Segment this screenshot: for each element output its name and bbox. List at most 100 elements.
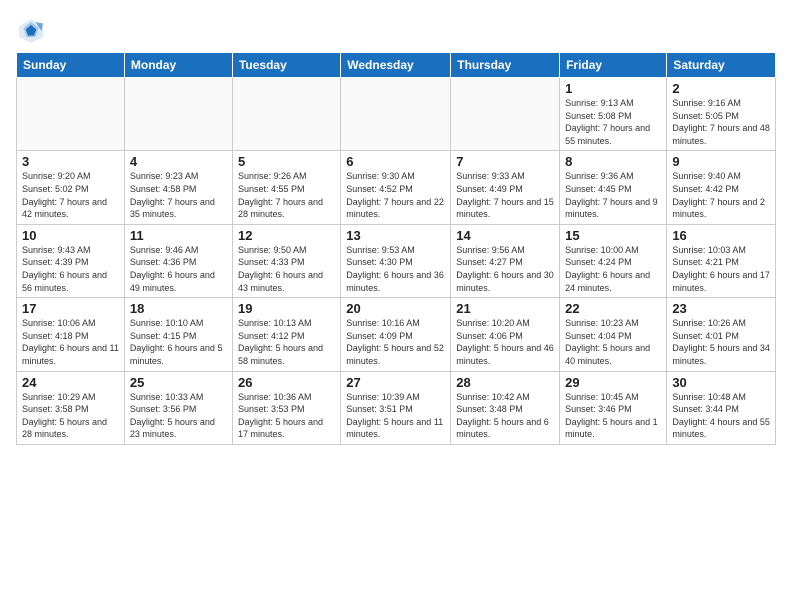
day-number: 30 bbox=[672, 375, 770, 390]
weekday-header-sunday: Sunday bbox=[17, 53, 125, 78]
day-info: Sunrise: 9:26 AM Sunset: 4:55 PM Dayligh… bbox=[238, 170, 335, 220]
day-info: Sunrise: 10:48 AM Sunset: 3:44 PM Daylig… bbox=[672, 391, 770, 441]
day-cell: 1Sunrise: 9:13 AM Sunset: 5:08 PM Daylig… bbox=[560, 78, 667, 151]
day-cell: 3Sunrise: 9:20 AM Sunset: 5:02 PM Daylig… bbox=[17, 151, 125, 224]
day-number: 26 bbox=[238, 375, 335, 390]
day-number: 18 bbox=[130, 301, 227, 316]
day-info: Sunrise: 9:30 AM Sunset: 4:52 PM Dayligh… bbox=[346, 170, 445, 220]
day-number: 3 bbox=[22, 154, 119, 169]
day-cell: 5Sunrise: 9:26 AM Sunset: 4:55 PM Daylig… bbox=[232, 151, 340, 224]
day-info: Sunrise: 10:33 AM Sunset: 3:56 PM Daylig… bbox=[130, 391, 227, 441]
day-cell: 24Sunrise: 10:29 AM Sunset: 3:58 PM Dayl… bbox=[17, 371, 125, 444]
day-cell: 7Sunrise: 9:33 AM Sunset: 4:49 PM Daylig… bbox=[451, 151, 560, 224]
day-cell: 8Sunrise: 9:36 AM Sunset: 4:45 PM Daylig… bbox=[560, 151, 667, 224]
day-info: Sunrise: 9:20 AM Sunset: 5:02 PM Dayligh… bbox=[22, 170, 119, 220]
day-info: Sunrise: 10:03 AM Sunset: 4:21 PM Daylig… bbox=[672, 244, 770, 294]
day-number: 6 bbox=[346, 154, 445, 169]
day-cell: 4Sunrise: 9:23 AM Sunset: 4:58 PM Daylig… bbox=[124, 151, 232, 224]
day-number: 28 bbox=[456, 375, 554, 390]
day-info: Sunrise: 10:36 AM Sunset: 3:53 PM Daylig… bbox=[238, 391, 335, 441]
day-info: Sunrise: 9:33 AM Sunset: 4:49 PM Dayligh… bbox=[456, 170, 554, 220]
day-number: 21 bbox=[456, 301, 554, 316]
day-number: 14 bbox=[456, 228, 554, 243]
calendar-header: SundayMondayTuesdayWednesdayThursdayFrid… bbox=[17, 53, 776, 78]
day-cell: 16Sunrise: 10:03 AM Sunset: 4:21 PM Dayl… bbox=[667, 224, 776, 297]
day-cell: 23Sunrise: 10:26 AM Sunset: 4:01 PM Dayl… bbox=[667, 298, 776, 371]
day-cell: 12Sunrise: 9:50 AM Sunset: 4:33 PM Dayli… bbox=[232, 224, 340, 297]
day-number: 29 bbox=[565, 375, 661, 390]
day-info: Sunrise: 10:16 AM Sunset: 4:09 PM Daylig… bbox=[346, 317, 445, 367]
day-number: 12 bbox=[238, 228, 335, 243]
day-info: Sunrise: 10:26 AM Sunset: 4:01 PM Daylig… bbox=[672, 317, 770, 367]
day-cell: 30Sunrise: 10:48 AM Sunset: 3:44 PM Dayl… bbox=[667, 371, 776, 444]
day-cell: 15Sunrise: 10:00 AM Sunset: 4:24 PM Dayl… bbox=[560, 224, 667, 297]
day-info: Sunrise: 9:46 AM Sunset: 4:36 PM Dayligh… bbox=[130, 244, 227, 294]
day-info: Sunrise: 9:53 AM Sunset: 4:30 PM Dayligh… bbox=[346, 244, 445, 294]
day-cell: 27Sunrise: 10:39 AM Sunset: 3:51 PM Dayl… bbox=[341, 371, 451, 444]
day-cell: 21Sunrise: 10:20 AM Sunset: 4:06 PM Dayl… bbox=[451, 298, 560, 371]
header bbox=[16, 16, 776, 46]
day-number: 22 bbox=[565, 301, 661, 316]
day-number: 1 bbox=[565, 81, 661, 96]
day-number: 17 bbox=[22, 301, 119, 316]
weekday-header-saturday: Saturday bbox=[667, 53, 776, 78]
day-info: Sunrise: 9:50 AM Sunset: 4:33 PM Dayligh… bbox=[238, 244, 335, 294]
day-number: 15 bbox=[565, 228, 661, 243]
day-number: 16 bbox=[672, 228, 770, 243]
day-info: Sunrise: 9:16 AM Sunset: 5:05 PM Dayligh… bbox=[672, 97, 770, 147]
day-number: 13 bbox=[346, 228, 445, 243]
day-info: Sunrise: 10:42 AM Sunset: 3:48 PM Daylig… bbox=[456, 391, 554, 441]
week-row-5: 24Sunrise: 10:29 AM Sunset: 3:58 PM Dayl… bbox=[17, 371, 776, 444]
day-info: Sunrise: 9:13 AM Sunset: 5:08 PM Dayligh… bbox=[565, 97, 661, 147]
day-info: Sunrise: 10:45 AM Sunset: 3:46 PM Daylig… bbox=[565, 391, 661, 441]
weekday-header-thursday: Thursday bbox=[451, 53, 560, 78]
day-cell bbox=[124, 78, 232, 151]
day-info: Sunrise: 10:13 AM Sunset: 4:12 PM Daylig… bbox=[238, 317, 335, 367]
day-number: 23 bbox=[672, 301, 770, 316]
day-number: 27 bbox=[346, 375, 445, 390]
day-info: Sunrise: 9:40 AM Sunset: 4:42 PM Dayligh… bbox=[672, 170, 770, 220]
day-cell: 28Sunrise: 10:42 AM Sunset: 3:48 PM Dayl… bbox=[451, 371, 560, 444]
day-cell: 25Sunrise: 10:33 AM Sunset: 3:56 PM Dayl… bbox=[124, 371, 232, 444]
day-info: Sunrise: 10:10 AM Sunset: 4:15 PM Daylig… bbox=[130, 317, 227, 367]
weekday-header-friday: Friday bbox=[560, 53, 667, 78]
day-number: 8 bbox=[565, 154, 661, 169]
day-cell bbox=[451, 78, 560, 151]
day-number: 9 bbox=[672, 154, 770, 169]
day-info: Sunrise: 9:36 AM Sunset: 4:45 PM Dayligh… bbox=[565, 170, 661, 220]
logo-icon bbox=[16, 16, 46, 46]
day-cell bbox=[341, 78, 451, 151]
day-number: 5 bbox=[238, 154, 335, 169]
day-cell: 11Sunrise: 9:46 AM Sunset: 4:36 PM Dayli… bbox=[124, 224, 232, 297]
day-info: Sunrise: 10:00 AM Sunset: 4:24 PM Daylig… bbox=[565, 244, 661, 294]
day-number: 25 bbox=[130, 375, 227, 390]
day-cell: 22Sunrise: 10:23 AM Sunset: 4:04 PM Dayl… bbox=[560, 298, 667, 371]
day-number: 7 bbox=[456, 154, 554, 169]
week-row-1: 1Sunrise: 9:13 AM Sunset: 5:08 PM Daylig… bbox=[17, 78, 776, 151]
day-cell: 6Sunrise: 9:30 AM Sunset: 4:52 PM Daylig… bbox=[341, 151, 451, 224]
calendar: SundayMondayTuesdayWednesdayThursdayFrid… bbox=[16, 52, 776, 445]
day-info: Sunrise: 9:23 AM Sunset: 4:58 PM Dayligh… bbox=[130, 170, 227, 220]
page: SundayMondayTuesdayWednesdayThursdayFrid… bbox=[0, 0, 792, 455]
calendar-body: 1Sunrise: 9:13 AM Sunset: 5:08 PM Daylig… bbox=[17, 78, 776, 445]
day-info: Sunrise: 10:20 AM Sunset: 4:06 PM Daylig… bbox=[456, 317, 554, 367]
weekday-header-monday: Monday bbox=[124, 53, 232, 78]
week-row-2: 3Sunrise: 9:20 AM Sunset: 5:02 PM Daylig… bbox=[17, 151, 776, 224]
day-cell: 26Sunrise: 10:36 AM Sunset: 3:53 PM Dayl… bbox=[232, 371, 340, 444]
weekday-header-tuesday: Tuesday bbox=[232, 53, 340, 78]
day-info: Sunrise: 10:39 AM Sunset: 3:51 PM Daylig… bbox=[346, 391, 445, 441]
day-cell: 2Sunrise: 9:16 AM Sunset: 5:05 PM Daylig… bbox=[667, 78, 776, 151]
day-number: 19 bbox=[238, 301, 335, 316]
day-cell: 18Sunrise: 10:10 AM Sunset: 4:15 PM Dayl… bbox=[124, 298, 232, 371]
day-cell: 19Sunrise: 10:13 AM Sunset: 4:12 PM Dayl… bbox=[232, 298, 340, 371]
day-number: 20 bbox=[346, 301, 445, 316]
day-cell: 17Sunrise: 10:06 AM Sunset: 4:18 PM Dayl… bbox=[17, 298, 125, 371]
day-cell: 20Sunrise: 10:16 AM Sunset: 4:09 PM Dayl… bbox=[341, 298, 451, 371]
logo bbox=[16, 16, 50, 46]
day-info: Sunrise: 9:43 AM Sunset: 4:39 PM Dayligh… bbox=[22, 244, 119, 294]
day-number: 11 bbox=[130, 228, 227, 243]
day-info: Sunrise: 10:23 AM Sunset: 4:04 PM Daylig… bbox=[565, 317, 661, 367]
day-number: 10 bbox=[22, 228, 119, 243]
weekday-row: SundayMondayTuesdayWednesdayThursdayFrid… bbox=[17, 53, 776, 78]
day-info: Sunrise: 10:29 AM Sunset: 3:58 PM Daylig… bbox=[22, 391, 119, 441]
